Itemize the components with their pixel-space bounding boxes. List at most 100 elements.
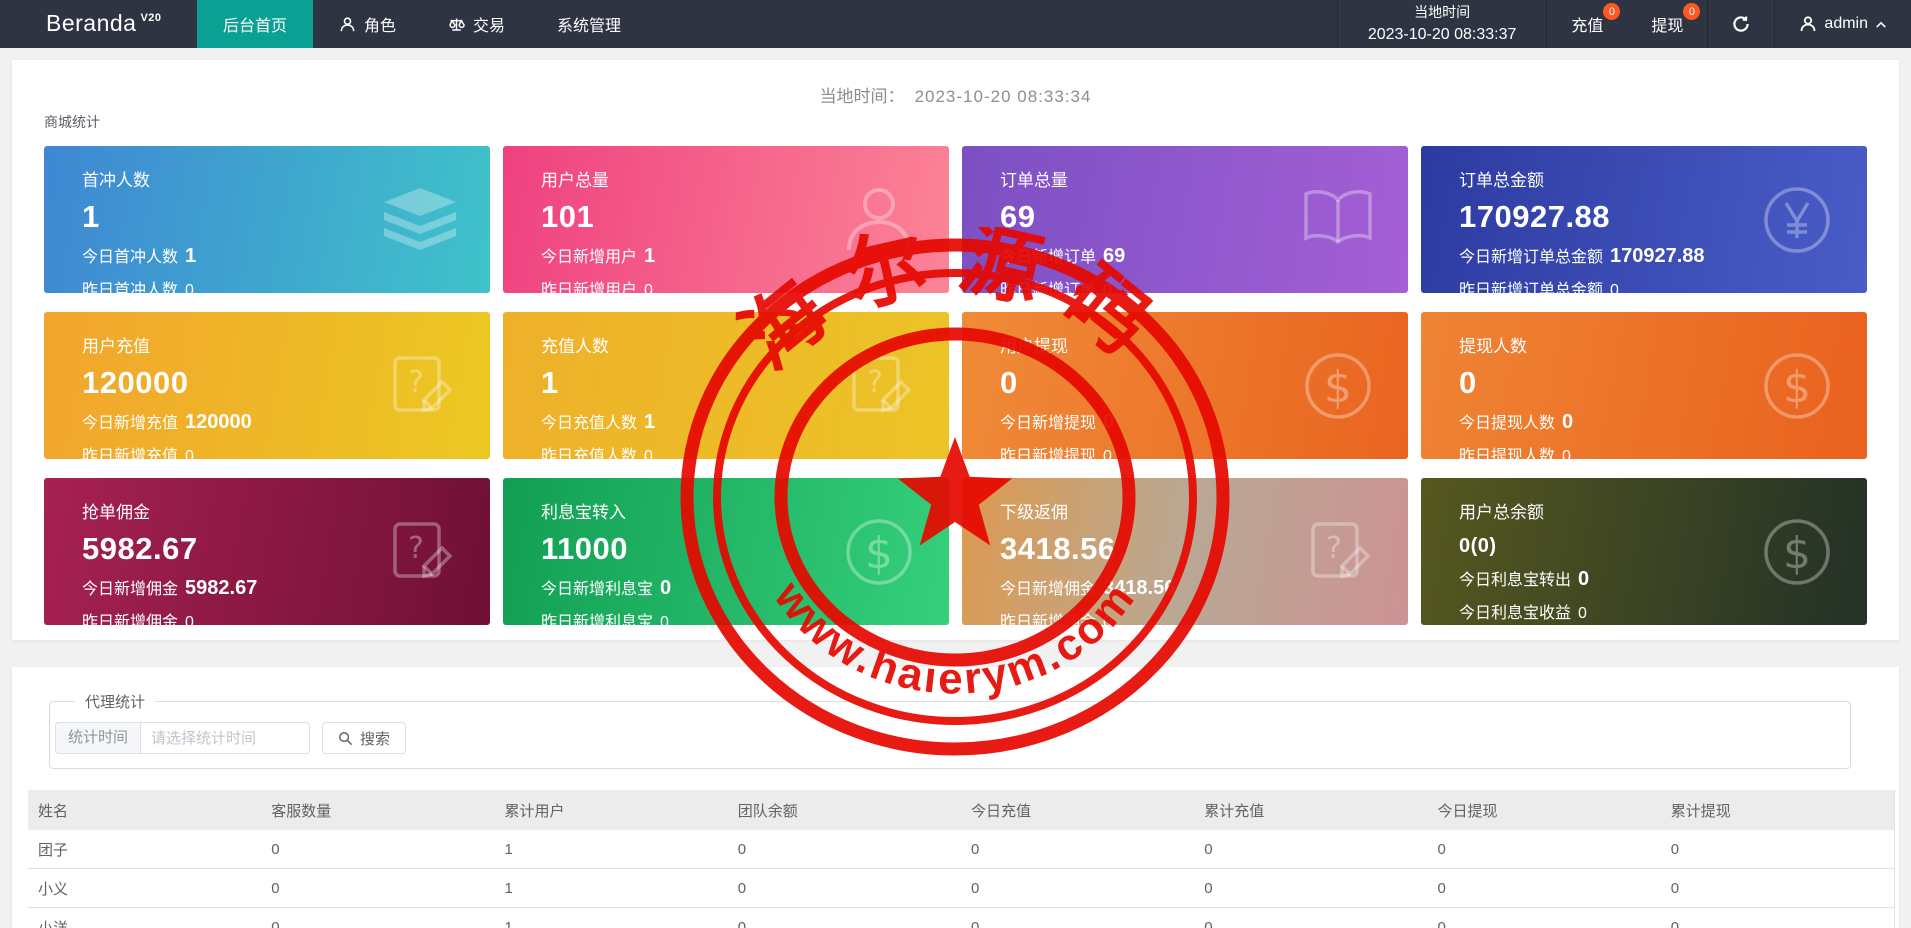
- search-icon: [339, 731, 353, 745]
- stat-card-value: 120000: [82, 365, 189, 400]
- table-cell: 1: [504, 879, 513, 897]
- stat-card-yesterday-line: 昨日提现人数 0: [1459, 448, 1571, 459]
- table-cell: 0: [971, 879, 980, 897]
- doc-edit-icon: [376, 508, 464, 596]
- refresh-button[interactable]: [1708, 0, 1774, 48]
- stat-card-4: 订单总金额 170927.88 今日新增订单总金额 170927.88 昨日新增订…: [1421, 146, 1867, 293]
- user-icon: [340, 16, 355, 31]
- doc-edit-icon: [835, 342, 923, 430]
- scales-icon: [449, 18, 465, 31]
- stat-card-title: 用户总量: [541, 171, 609, 190]
- doc-edit-icon: [1294, 508, 1382, 596]
- stat-card-3: 订单总量 69 今日新增订单 69 昨日新增订单 0: [962, 146, 1408, 293]
- search-button[interactable]: 搜索: [322, 722, 407, 754]
- dollar-icon: [1753, 508, 1841, 596]
- stat-card-value: 0: [1459, 365, 1477, 400]
- tab-dashboard[interactable]: 后台首页: [197, 0, 314, 48]
- table-row: 小义 0 1 0 0 0 0 0: [28, 869, 1894, 908]
- table-cell: 0: [1204, 840, 1213, 858]
- user-menu[interactable]: admin: [1775, 0, 1911, 48]
- table-cell: 1: [504, 840, 513, 858]
- stat-card-today-line: 今日提现人数 0: [1459, 411, 1574, 433]
- table-cell: 0: [1437, 840, 1446, 858]
- stat-card-title: 订单总金额: [1459, 171, 1544, 190]
- withdraw-button[interactable]: 提现 0: [1627, 0, 1707, 48]
- stat-card-value: 1: [82, 199, 100, 234]
- nav-tabs: 后台首页 角色 交易 系统管理: [197, 0, 647, 48]
- stat-card-today-line: 今日首冲人数 1: [82, 245, 197, 267]
- local-time-value: 2023-10-20 08:33:37: [1367, 25, 1517, 43]
- stat-card-value: 101: [541, 199, 595, 234]
- recharge-button[interactable]: 充值 0: [1547, 0, 1627, 48]
- table-cell: 0: [971, 918, 980, 928]
- table-header-cell: 客服数量: [271, 802, 332, 820]
- username: admin: [1824, 15, 1868, 32]
- local-time-line-value: 2023-10-20 08:33:34: [914, 87, 1092, 106]
- stats-time-label: 统计时间: [55, 722, 141, 754]
- stat-card-title: 充值人数: [541, 337, 609, 356]
- layers-icon: [376, 176, 464, 264]
- stat-card-today-line: 今日新增充值 120000: [82, 411, 252, 433]
- stat-card-yesterday-line: 昨日新增佣金 0: [82, 614, 194, 625]
- doc-edit-icon: [376, 342, 464, 430]
- stat-card-9: 抢单佣金 5982.67 今日新增佣金 5982.67 昨日新增佣金 0: [44, 478, 490, 625]
- agent-table: 姓名 客服数量 累计用户 团队余额 今日充值 累计充值 今日提现 累计提现 团子 0 1 0 0 0 0 0…: [28, 790, 1895, 928]
- chevron-up-icon: [1876, 21, 1886, 28]
- local-time-label: 当地时间: [1414, 4, 1471, 21]
- dollar-icon: [1294, 342, 1382, 430]
- stat-card-12: 用户总余额 0(0) 今日利息宝转出 0 今日利息宝收益 0: [1421, 478, 1867, 625]
- stat-card-yesterday-line: 昨日新增佣金 0: [1000, 614, 1112, 625]
- app-logo: Beranda V20: [0, 0, 197, 48]
- table-header-row: 姓名 客服数量 累计用户 团队余额 今日充值 累计充值 今日提现 累计提现: [28, 790, 1894, 830]
- user-icon: [1801, 16, 1816, 32]
- table-cell: 0: [271, 879, 280, 897]
- tab-transactions[interactable]: 交易: [422, 0, 531, 48]
- table-cell: 0: [1437, 918, 1446, 928]
- tab-system[interactable]: 系统管理: [531, 0, 647, 48]
- table-cell: 0: [1437, 879, 1446, 897]
- table-cell: 0: [271, 918, 280, 928]
- stat-card-yesterday-line: 昨日新增充值 0: [82, 448, 194, 459]
- stat-card-yesterday-line: 昨日充值人数 0: [541, 448, 653, 459]
- stat-card-2: 用户总量 101 今日新增用户 1 昨日新增用户 0: [503, 146, 949, 293]
- table-body: 团子 0 1 0 0 0 0 0 小义 0 1 0 0 0 0 0 小洋 0 1 0 0 0 0 0: [28, 830, 1894, 928]
- stat-card-today-line: 今日新增用户 1: [541, 245, 656, 267]
- stat-card-title: 用户总余额: [1459, 503, 1544, 522]
- stat-card-value: 1: [541, 365, 559, 400]
- table-cell: 小义: [38, 880, 69, 898]
- stats-panel: 当地时间： 2023-10-20 08:33:34 商城统计 首冲人数 1 今日首…: [12, 60, 1899, 640]
- stat-card-today-line: 今日新增佣金 5982.67: [82, 577, 258, 599]
- stats-time-input[interactable]: [140, 722, 311, 754]
- stat-card-title: 订单总量: [1000, 171, 1068, 190]
- table-cell: 0: [971, 840, 980, 858]
- stat-card-yesterday-line: 昨日新增订单总金额 0: [1459, 282, 1619, 293]
- recharge-badge: 0: [1603, 3, 1621, 20]
- table-cell: 0: [1670, 918, 1680, 928]
- book-icon: [1294, 176, 1382, 264]
- table-cell: 团子: [38, 841, 69, 859]
- stat-card-title: 首冲人数: [82, 171, 150, 190]
- table-cell: 0: [1204, 879, 1213, 897]
- stat-card-value: 170927.88: [1459, 199, 1611, 234]
- app-logo-version: V20: [140, 12, 162, 24]
- table-header-cell: 姓名: [38, 802, 69, 820]
- stat-card-value: 69: [1000, 199, 1036, 234]
- table-cell: 0: [1670, 879, 1680, 897]
- local-time-line: 当地时间： 2023-10-20 08:33:34: [12, 60, 1899, 107]
- table-header-cell: 今日充值: [971, 802, 1032, 820]
- stat-card-today-line: 今日利息宝转出 0: [1459, 568, 1590, 590]
- stat-card-11: 下级返佣 3418.56 今日新增佣金 3418.56 昨日新增佣金 0: [962, 478, 1408, 625]
- table-cell: 小洋: [38, 919, 69, 928]
- table-cell: 0: [737, 879, 747, 897]
- stat-card-7: 用户提现 0 今日新增提现 0 昨日新增提现 0: [962, 312, 1408, 459]
- stat-card-value: 0(0): [1459, 535, 1497, 557]
- table-header-cell: 累计用户: [504, 802, 565, 820]
- stat-card-today-line: 今日新增佣金 3418.56: [1000, 577, 1176, 599]
- stat-card-yesterday-line: 昨日新增利息宝 0: [541, 614, 669, 625]
- table-cell: 0: [271, 840, 280, 858]
- refresh-icon: [1733, 16, 1750, 32]
- top-navbar: Beranda V20 后台首页 角色 交易 系统管理 当地时间 2023-10…: [0, 0, 1911, 48]
- table-header-cell: 今日提现: [1437, 802, 1498, 820]
- tab-roles[interactable]: 角色: [313, 0, 422, 48]
- agent-stats-panel: 代理统计 统计时间 搜索 姓名 客服数量 累计用户 团队余额 今日充值 累计充值 今日提现 累…: [12, 667, 1899, 928]
